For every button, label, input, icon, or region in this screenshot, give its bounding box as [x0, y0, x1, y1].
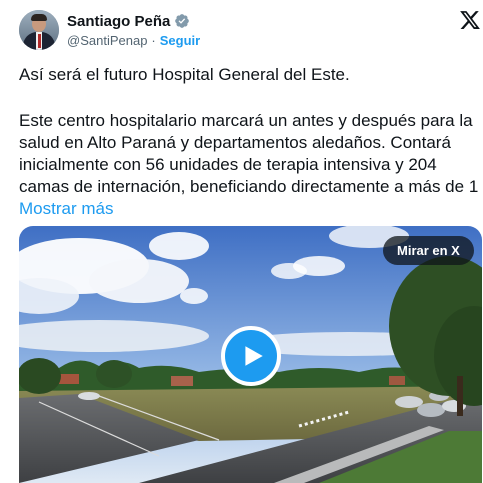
avatar[interactable]: [19, 10, 59, 50]
x-logo-icon[interactable]: [459, 9, 481, 31]
verified-badge-icon: [175, 14, 190, 28]
author-handle-row: @SantiPenap · Seguir: [67, 33, 200, 48]
author-handle[interactable]: @SantiPenap: [67, 33, 147, 48]
author-name-row: Santiago Peña: [67, 11, 190, 31]
show-more-link[interactable]: Mostrar más: [19, 199, 113, 218]
post-text-body: Este centro hospitalario marcará un ante…: [19, 110, 481, 220]
author-name[interactable]: Santiago Peña: [67, 13, 170, 30]
view-on-x-button[interactable]: Mirar en X: [383, 236, 474, 265]
post-text-line1: Así será el futuro Hospital General del …: [19, 65, 350, 84]
play-icon: [245, 346, 263, 366]
tweet-card: Santiago Peña @SantiPenap · Seguir Así s…: [0, 0, 483, 483]
separator-dot: ·: [151, 33, 156, 48]
play-button[interactable]: [221, 326, 281, 386]
video-player[interactable]: Mirar en X: [19, 226, 482, 483]
post-body-text: Este centro hospitalario marcará un ante…: [19, 111, 479, 196]
follow-button[interactable]: Seguir: [160, 33, 200, 48]
